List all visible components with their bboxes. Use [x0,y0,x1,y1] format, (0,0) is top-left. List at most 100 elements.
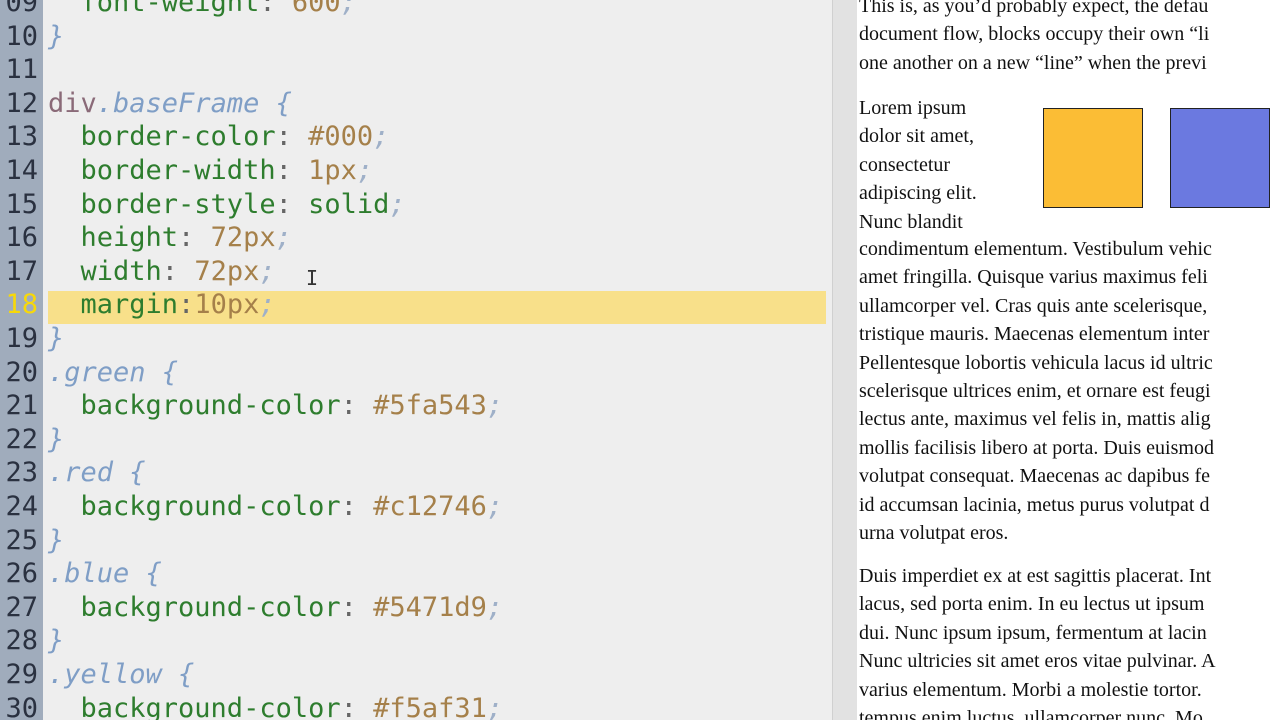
line-number: 13 [5,121,38,153]
code-token: } [48,20,65,52]
code-token: : [340,491,357,522]
browser-preview: This is, as you’d probably expect, the d… [857,0,1280,720]
line-number: 16 [5,222,38,254]
code-token: #5fa543 [356,390,487,422]
code-token: .baseFrame [96,87,260,119]
code-token: border-style [48,188,276,220]
code-token: div [48,87,97,119]
code-token: ; [275,222,292,254]
line-number: 27 [5,591,38,623]
line-number: 23 [5,457,38,489]
paragraph-line: dui. Nunc ipsum ipsum, fermentum at laci… [859,621,1207,644]
paragraph-line: tristique mauris. Maecenas elementum int… [859,323,1210,346]
code-token: background-color [48,390,341,422]
code-token: : [275,188,292,220]
paragraph-line: lectus ante, maximus vel felis in, matti… [859,408,1211,431]
code-line[interactable]: background-color: #f5af31; [48,692,504,720]
paragraph-line: volutpat consequat. Maecenas ac dapibus … [859,465,1210,488]
paragraph-line: adipiscing elit. [859,182,977,205]
code-line[interactable]: background-color: #5471d9; [48,591,504,625]
code-token: { [145,356,179,388]
line-number: 15 [5,188,38,220]
code-token: } [48,323,65,354]
code-token: #c12746 [356,491,487,522]
paragraph-line: amet fringilla. Quisque varius maximus f… [859,266,1208,289]
code-token: ; [259,255,276,287]
code-token: } [48,625,65,657]
line-number: 24 [5,491,38,522]
code-token: 1px [291,155,357,186]
code-token: #5471d9 [356,591,487,623]
code-line[interactable]: width: 72px; [48,255,276,289]
paragraph-line: id accumsan lacinia, metus purus volutpa… [859,493,1210,516]
editor-scrollbar[interactable] [832,0,857,720]
code-token: .green [48,356,146,388]
code-line[interactable]: } [48,524,64,558]
paragraph-line: Duis imperdiet ex at est sagittis placer… [859,565,1212,587]
line-number: 20 [5,356,38,388]
paragraph-line: Nunc blandit [859,210,963,233]
code-token: { [129,558,162,590]
code-token: border-width [48,155,276,186]
line-number: 18 [5,289,38,321]
code-token: background-color [48,491,341,522]
code-line[interactable]: background-color: #5fa543; [48,389,504,423]
code-line[interactable]: .blue { [48,557,162,591]
code-token: font-weight [48,0,260,18]
code-token: } [48,524,65,556]
code-token: margin [48,289,179,321]
yellow-box [1043,108,1143,208]
code-line[interactable]: border-color: #000; [48,120,390,154]
paragraph-line: Lorem ipsum [859,97,967,119]
code-token: : [340,390,357,422]
paragraph-line: lacus, sed porta enim. In eu lectus ut i… [859,593,1205,616]
line-number: 22 [5,423,38,455]
code-token: ; [373,121,390,153]
code-line[interactable]: .yellow { [48,658,194,692]
code-token: ; [259,289,276,321]
code-line[interactable]: border-style: solid; [48,188,406,222]
code-line[interactable]: } [48,423,64,457]
code-token: ; [356,155,374,186]
paragraph-line: Pellentesque lobortis vehicula lacus id … [859,351,1213,374]
code-token: width [48,255,162,287]
line-number: 12 [5,87,38,119]
code-token: ; [340,0,357,18]
line-number: 29 [5,659,38,690]
line-number: 30 [5,692,38,720]
code-token: ; [486,390,504,422]
code-token: solid [291,188,390,220]
code-line[interactable]: background-color: #c12746; [48,490,504,524]
line-number: 17 [5,255,38,287]
paragraph-line: Nunc ultricies sit amet eros vitae pulvi… [859,650,1216,673]
code-token: : [178,222,195,254]
line-number: 14 [5,155,38,186]
code-token: : [259,0,276,18]
code-token: .red [48,457,114,489]
code-token: ; [486,591,504,623]
line-number: 11 [5,54,38,86]
paragraph-line: consectetur [859,153,951,176]
code-token: : [340,692,357,720]
code-editor[interactable]: 09 font-weight: 600; 10} 11 12 div.baseFrame… [0,0,832,720]
code-line[interactable]: div.baseFrame { [48,87,292,121]
code-token: ; [486,491,504,522]
code-line[interactable]: } [48,20,64,54]
code-line[interactable]: border-width: 1px; [48,154,374,188]
code-line[interactable]: height: 72px; [48,221,292,255]
code-line[interactable]: } [48,624,64,658]
code-line[interactable]: .green { [48,356,178,390]
code-token: : [178,289,195,321]
code-line[interactable]: margin:10px; [48,288,276,322]
line-number: 09 [5,0,38,18]
code-line[interactable]: } [48,322,64,356]
code-line[interactable]: .red { [48,456,146,490]
paragraph-line: varius elementum. Morbi a molestie torto… [859,678,1202,701]
code-token: 10px [194,289,260,321]
line-number: 26 [5,558,38,590]
paragraph-line: ullamcorper vel. Cras quis ante sceleris… [859,294,1208,317]
line-number: 21 [5,390,38,422]
blue-box [1170,108,1270,208]
paragraph-line: dolor sit amet, [859,125,974,148]
code-line[interactable]: font-weight: 600; [48,0,357,20]
